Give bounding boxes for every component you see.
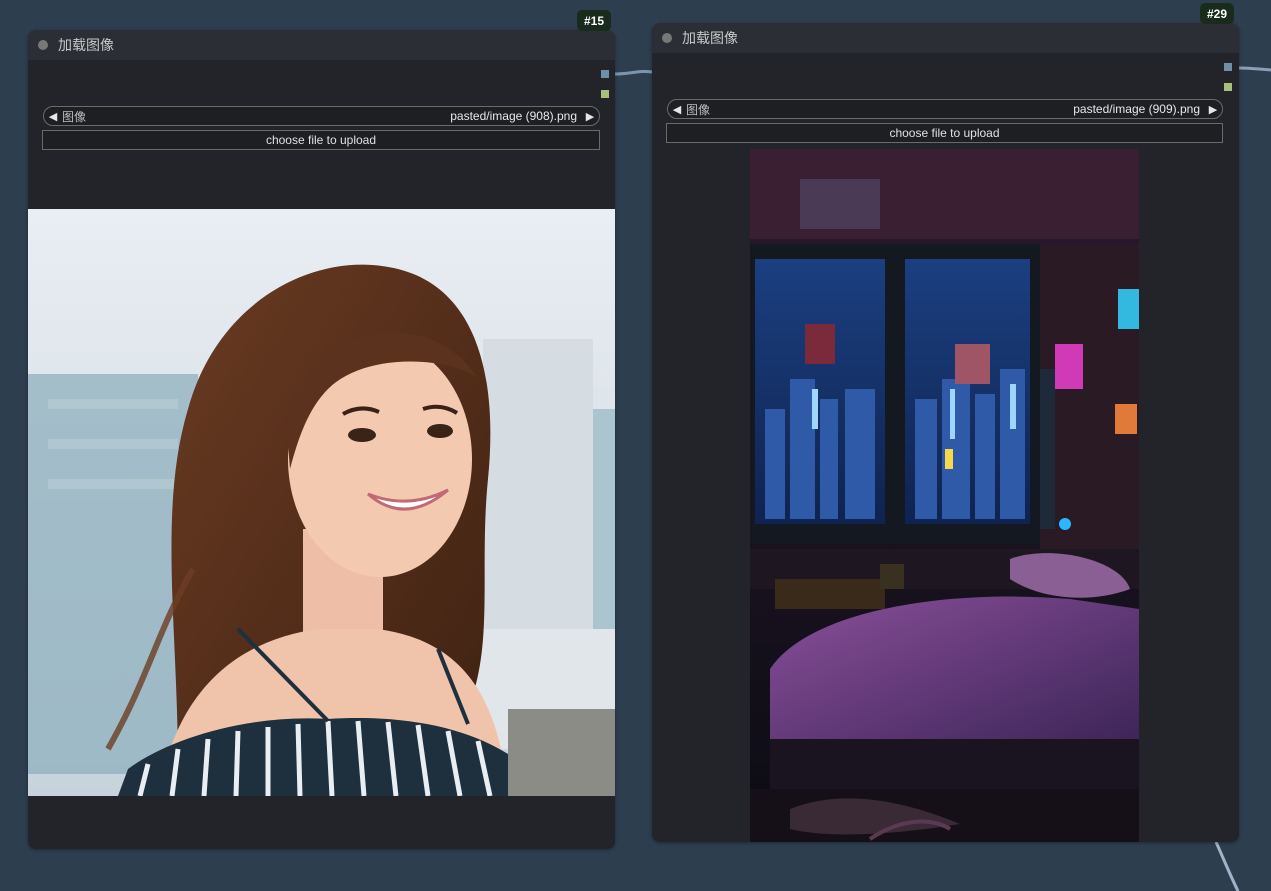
- image-preview: [750, 149, 1139, 842]
- image-widget-label: 图像: [62, 109, 87, 124]
- image-widget-value: pasted/image (909).png: [1073, 102, 1200, 116]
- link-wire-c: [1214, 841, 1240, 891]
- node-title: 加载图像: [682, 30, 738, 46]
- node-header[interactable]: 加载图像: [28, 30, 615, 60]
- node-header[interactable]: 加载图像: [652, 23, 1239, 53]
- image-output-slot[interactable]: [601, 70, 609, 78]
- link-wire-a: [614, 69, 653, 76]
- prev-arrow-icon[interactable]: ◀: [44, 110, 62, 123]
- image-widget-label: 图像: [686, 102, 711, 117]
- mask-output-slot[interactable]: [601, 90, 609, 98]
- next-arrow-icon[interactable]: ▶: [581, 110, 599, 123]
- image-widget-value: pasted/image (908).png: [450, 109, 577, 123]
- collapse-dot-icon[interactable]: [38, 40, 48, 50]
- node-id-badge: #29: [1200, 3, 1235, 24]
- node-title: 加载图像: [58, 37, 114, 53]
- load-image-node-29[interactable]: 加载图像 ◀ 图像 pasted/image (909).png ▶ choos…: [652, 23, 1239, 842]
- load-image-node-15[interactable]: 加载图像 ◀ 图像 pasted/image (908).png ▶ choos…: [28, 30, 615, 849]
- image-preview: [28, 209, 615, 796]
- mask-output-slot[interactable]: [1224, 83, 1232, 91]
- link-wire-b: [1238, 66, 1271, 72]
- image-combo-widget[interactable]: ◀ 图像 pasted/image (909).png ▶: [667, 99, 1223, 119]
- prev-arrow-icon[interactable]: ◀: [668, 103, 686, 116]
- image-output-slot[interactable]: [1224, 63, 1232, 71]
- upload-button[interactable]: choose file to upload: [42, 130, 600, 150]
- node-id-badge: #15: [577, 10, 612, 31]
- collapse-dot-icon[interactable]: [662, 33, 672, 43]
- next-arrow-icon[interactable]: ▶: [1204, 103, 1222, 116]
- upload-button[interactable]: choose file to upload: [666, 123, 1223, 143]
- image-combo-widget[interactable]: ◀ 图像 pasted/image (908).png ▶: [43, 106, 600, 126]
